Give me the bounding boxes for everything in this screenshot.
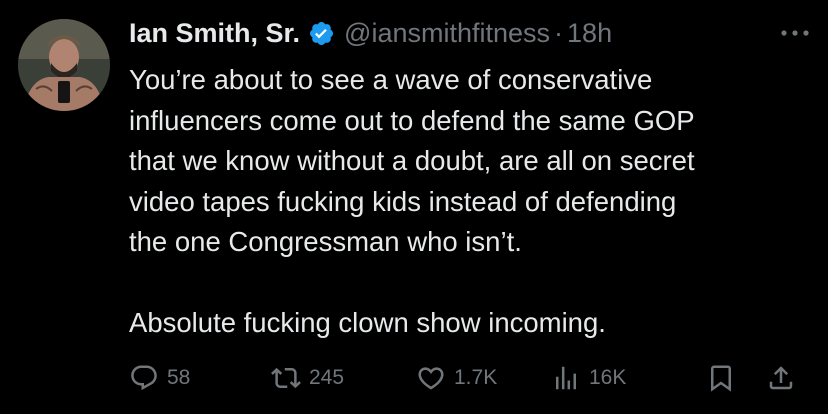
bookmark-button[interactable] xyxy=(706,358,736,398)
display-name[interactable]: Ian Smith, Sr. xyxy=(129,18,300,49)
tweet: Ian Smith, Sr. @iansmithfitness · 18h Yo… xyxy=(0,0,828,414)
heart-icon xyxy=(418,367,444,390)
tweet-text: You’re about to see a wave of conservati… xyxy=(129,60,819,343)
reply-bubble-icon xyxy=(131,365,157,391)
action-bar: 58 245 1.7K 16K xyxy=(129,358,809,398)
views-button[interactable]: 16K xyxy=(551,358,626,398)
avatar[interactable] xyxy=(18,19,110,111)
repost-button[interactable]: 245 xyxy=(271,358,344,398)
verified-badge-icon xyxy=(308,20,335,47)
avatar-image xyxy=(18,19,110,111)
tweet-paragraph: You’re about to see a wave of conservati… xyxy=(129,64,695,257)
like-button[interactable]: 1.7K xyxy=(416,358,497,398)
share-upload-icon xyxy=(769,366,793,390)
repost-count: 245 xyxy=(309,366,345,389)
bookmark-icon xyxy=(711,365,731,392)
reply-count: 58 xyxy=(167,366,191,389)
tweet-paragraph: Absolute fucking clown show incoming. xyxy=(129,306,606,338)
tweet-header: Ian Smith, Sr. @iansmithfitness · 18h xyxy=(129,14,612,52)
reply-button[interactable]: 58 xyxy=(129,358,190,398)
repost-arrows-icon xyxy=(271,367,301,389)
share-button[interactable] xyxy=(766,358,796,398)
timestamp[interactable]: 18h xyxy=(567,18,612,49)
like-count: 1.7K xyxy=(454,366,498,389)
views-count: 16K xyxy=(589,366,627,389)
user-handle[interactable]: @iansmithfitness xyxy=(344,18,550,49)
bar-chart-icon xyxy=(556,366,576,390)
more-horizontal-icon[interactable] xyxy=(778,22,812,44)
header-separator: · xyxy=(554,17,564,48)
